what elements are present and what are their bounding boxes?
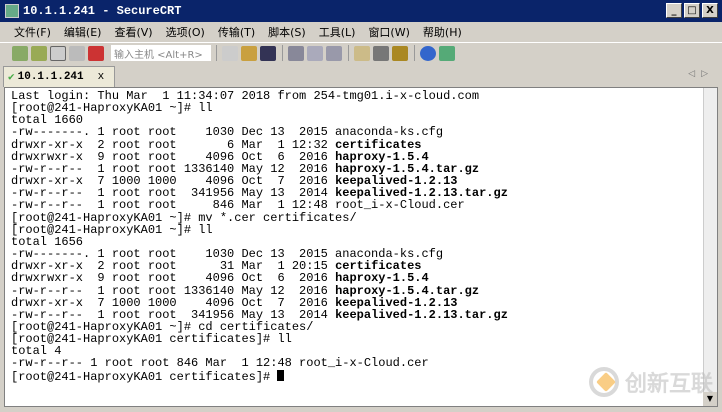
terminal[interactable]: Last login: Thu Mar 1 11:34:07 2018 from… xyxy=(4,87,718,407)
menu-file[interactable]: 文件(F) xyxy=(14,24,51,40)
scrollbar[interactable]: ▼ xyxy=(703,88,717,406)
toolbar: 输入主机 <Alt+R> xyxy=(0,42,722,63)
separator xyxy=(216,45,217,61)
connect-icon[interactable] xyxy=(12,45,28,61)
close-button[interactable]: X xyxy=(702,3,718,18)
securecrt-app-icon xyxy=(5,4,19,18)
tab-label: 10.1.1.241 xyxy=(17,71,84,83)
quick-connect-icon[interactable] xyxy=(31,45,47,61)
tab-scroll-arrows[interactable]: ◁▷ xyxy=(688,69,714,79)
watermark-logo-icon xyxy=(588,367,619,397)
host-input[interactable]: 输入主机 <Alt+R> xyxy=(111,45,211,61)
terminal-line: [root@241-HaproxyKA01 certificates]# xyxy=(11,369,508,384)
menu-transfer[interactable]: 传输(T) xyxy=(218,24,255,40)
line-text: -rw-r--r-- 1 root root 846 Mar 1 12:48 r… xyxy=(11,356,429,371)
line-text: [root@241-HaproxyKA01 certificates]# xyxy=(11,369,278,384)
menu-tools[interactable]: 工具(L) xyxy=(319,24,356,40)
sftp-icon[interactable] xyxy=(439,45,455,61)
menu-script[interactable]: 脚本(S) xyxy=(268,24,306,40)
tab-bar: ✔ 10.1.1.241 x ◁▷ xyxy=(0,63,722,87)
reconnect-icon[interactable] xyxy=(69,45,85,61)
terminal-output: Last login: Thu Mar 1 11:34:07 2018 from… xyxy=(11,90,508,384)
menu-window[interactable]: 窗口(W) xyxy=(368,24,409,40)
session-options-icon[interactable] xyxy=(354,45,370,61)
terminal-line: [root@241-HaproxyKA01 ~]# ll xyxy=(11,102,508,114)
directory-or-archive-name: keepalived-1.2.13.tar.gz xyxy=(335,307,508,322)
maximize-button[interactable]: □ xyxy=(684,3,700,18)
menu-options[interactable]: 选项(O) xyxy=(166,24,205,40)
terminal-line: -rw-r--r-- 1 root root 846 Mar 1 12:48 r… xyxy=(11,357,508,369)
paste-icon[interactable] xyxy=(241,45,257,61)
cursor xyxy=(277,369,285,381)
tab-close-icon[interactable]: x xyxy=(98,71,105,83)
keymap-icon[interactable] xyxy=(392,45,408,61)
menu-help[interactable]: 帮助(H) xyxy=(423,24,462,40)
find-icon[interactable] xyxy=(260,45,276,61)
watermark-logo: 创新互联 xyxy=(588,366,713,398)
print-setup-icon[interactable] xyxy=(326,45,342,61)
print-icon[interactable] xyxy=(288,45,304,61)
tab-session[interactable]: ✔ 10.1.1.241 x xyxy=(3,66,115,87)
terminal-line: [root@241-HaproxyKA01 certificates]# ll xyxy=(11,333,508,345)
copy-icon[interactable] xyxy=(222,45,238,61)
connect-tab-icon[interactable] xyxy=(50,45,66,61)
connected-check-icon: ✔ xyxy=(8,72,15,84)
minimize-button[interactable]: _ xyxy=(666,3,682,18)
menu-view[interactable]: 查看(V) xyxy=(114,24,152,40)
title-bar: 10.1.1.241 - SecureCRT _ □ X xyxy=(0,0,722,22)
help-icon[interactable] xyxy=(420,45,436,61)
print-selection-icon[interactable] xyxy=(307,45,323,61)
menu-edit[interactable]: 编辑(E) xyxy=(64,24,102,40)
watermark-text: 创新互联 xyxy=(624,372,713,397)
window-title: 10.1.1.241 - SecureCRT xyxy=(23,4,182,18)
terminal-line: [root@241-HaproxyKA01 ~]# ll xyxy=(11,224,508,236)
menu-bar: 文件(F) 编辑(E) 查看(V) 选项(O) 传输(T) 脚本(S) 工具(L… xyxy=(0,22,722,42)
disconnect-icon[interactable] xyxy=(88,45,104,61)
global-options-icon[interactable] xyxy=(373,45,389,61)
